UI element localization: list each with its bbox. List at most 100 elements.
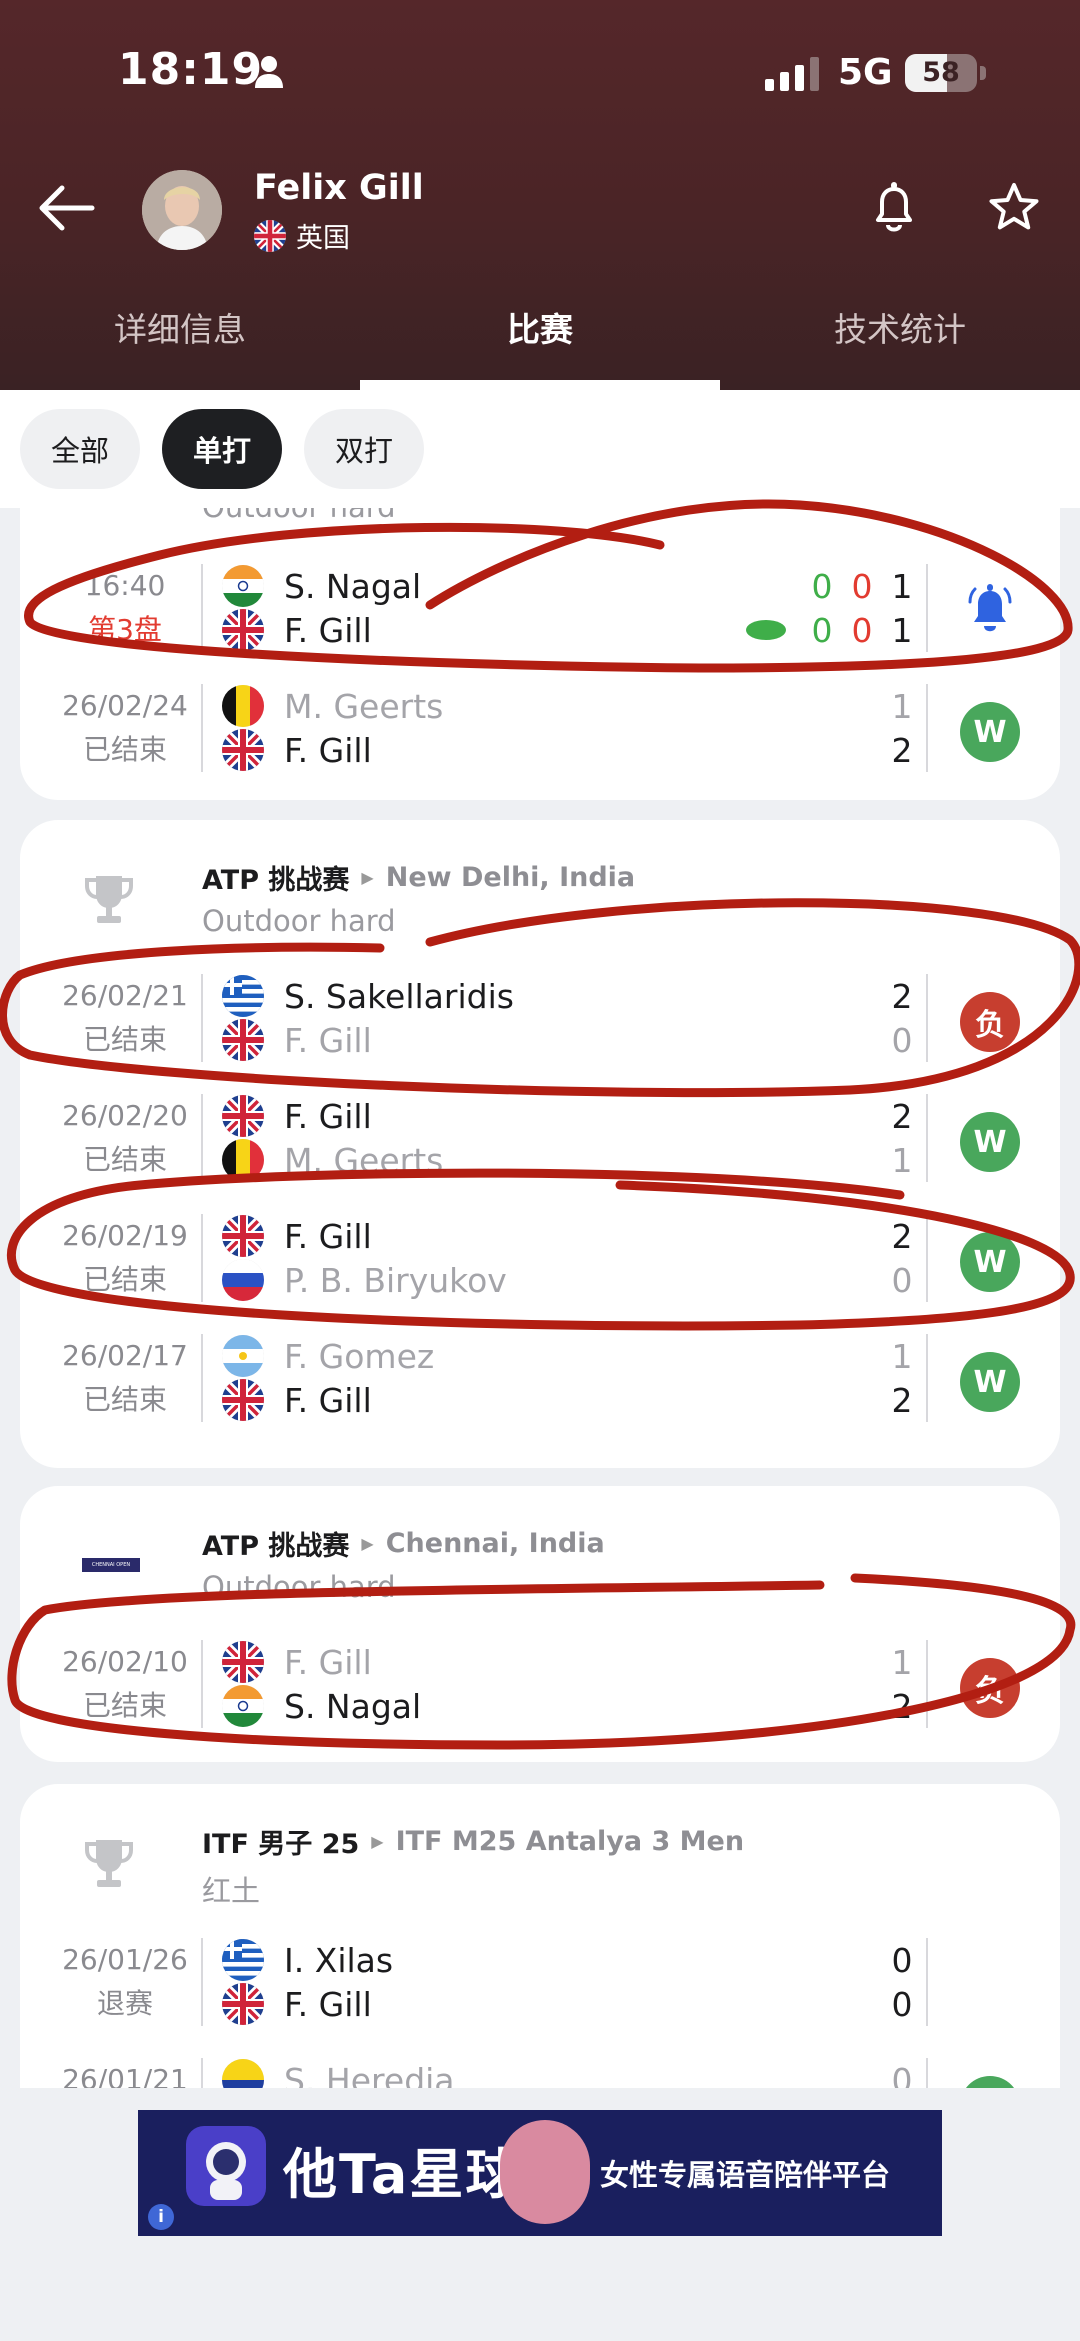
divider	[926, 1334, 928, 1422]
player-name-cell: F. Gill	[284, 1020, 372, 1060]
set-score: 0	[891, 1260, 913, 1300]
set-scores: 2	[882, 974, 922, 1018]
set-score: 0	[891, 1984, 913, 2024]
set-score: 1	[891, 566, 913, 606]
tournament-title[interactable]: ATP 挑战赛 ▶ Chennai, India	[202, 1524, 605, 1563]
live-bell-icon[interactable]	[962, 580, 1018, 640]
chennai-open-logo: CHENNAI OPEN	[82, 1558, 140, 1572]
player-row: F. Gill 2	[222, 1378, 922, 1422]
player-name-cell: P. B. Biryukov	[284, 1260, 507, 1300]
set-score: 1	[891, 686, 913, 726]
star-icon[interactable]	[986, 180, 1042, 236]
ad-banner[interactable]: 他Ta星球 女性专属语音陪伴平台 i	[138, 2110, 942, 2236]
tournament-card: ATP 挑战赛 ▶ New Delhi, India Outdoor hard …	[20, 820, 1060, 1468]
avatar[interactable]	[142, 170, 222, 250]
flag-india-icon	[222, 565, 264, 607]
divider	[201, 1094, 203, 1182]
result-badge: 负	[960, 1658, 1020, 1718]
astronaut-icon	[186, 2126, 266, 2206]
flag-uk-icon	[222, 1983, 264, 2025]
result-badge: W	[960, 1112, 1020, 1172]
set-scores: 2	[882, 1094, 922, 1138]
player-name-cell: F. Gill	[284, 730, 372, 770]
player-name-cell: M. Geerts	[284, 686, 444, 726]
divider	[201, 1640, 203, 1728]
set-score: 2	[891, 976, 913, 1016]
match-row[interactable]: 26/02/10 已结束 F. Gill 1 S. Nagal 2 负	[20, 1636, 1060, 1736]
surface-label: Outdoor hard	[202, 508, 396, 524]
match-date: 26/02/17	[62, 1339, 188, 1372]
tournament-card: CHENNAI OPEN ATP 挑战赛 ▶ Chennai, India Ou…	[20, 1486, 1060, 1762]
match-status: 退赛	[96, 1987, 153, 2020]
tab-matches[interactable]: 比赛	[360, 300, 720, 390]
set-score: 2	[891, 730, 913, 770]
player-name-cell: S. Heredia	[284, 2060, 455, 2089]
match-row[interactable]: 26/02/24 已结束 M. Geerts 1 F. Gill 2 W	[20, 680, 1060, 780]
surface-label: 红土	[202, 1874, 261, 1908]
match-row[interactable]: 26/02/19 已结束 F. Gill 2 P. B. Biryukov 0 …	[20, 1210, 1060, 1310]
set-scores: 2	[882, 1214, 922, 1258]
set-score: 0	[851, 566, 873, 606]
caret-right-icon: ▶	[361, 868, 374, 887]
app-header: 18:19 5G 58 Felix Gill 英国 详细信息 比赛 技术统计	[0, 0, 1080, 390]
live-match-row[interactable]: 16:40 第3盘 S. Nagal 0 0 1 F. Gill 0 0 1	[20, 560, 1060, 660]
caret-right-icon: ▶	[361, 1534, 374, 1553]
player-name-cell: F. Gomez	[284, 1336, 435, 1376]
set-scores: 1	[882, 1640, 922, 1684]
result-badge: W	[960, 1352, 1020, 1412]
match-status: 已结束	[82, 1383, 167, 1416]
set-score: 2	[891, 1686, 913, 1726]
player-row: F. Gill 0 0 1	[222, 608, 922, 652]
couple-image	[500, 2120, 590, 2224]
flag-uk-icon	[222, 1019, 264, 1061]
flag-uk-icon	[222, 1379, 264, 1421]
set-score: 1	[891, 610, 913, 650]
match-row[interactable]: 26/02/17 已结束 F. Gomez 1 F. Gill 2 W	[20, 1330, 1060, 1430]
set-score: 1	[891, 1642, 913, 1682]
player-row: I. Xilas 0	[222, 1938, 922, 1982]
set-score: 0	[891, 2060, 913, 2089]
battery-percent: 58	[922, 57, 960, 88]
tab-details[interactable]: 详细信息	[0, 300, 360, 390]
match-row[interactable]: 26/02/21 已结束 S. Sakellaridis 2 F. Gill 0…	[20, 970, 1060, 1070]
player-name: Felix Gill	[254, 168, 424, 208]
match-row[interactable]: 26/02/20 已结束 F. Gill 2 M. Geerts 1 W	[20, 1090, 1060, 1190]
flag-uk-icon	[222, 1215, 264, 1257]
set-score: 2	[891, 1096, 913, 1136]
match-list[interactable]: Outdoor hard 16:40 第3盘 S. Nagal 0 0 1 F.…	[0, 508, 1080, 2088]
set-score: 2	[891, 1216, 913, 1256]
serve-indicator-icon	[746, 620, 786, 640]
flag-uk-icon	[222, 729, 264, 771]
match-status: 已结束	[82, 1263, 167, 1296]
set-scores: 0 0 1	[802, 564, 922, 608]
match-row[interactable]: 26/01/26 退赛 I. Xilas 0 F. Gill 0	[20, 1934, 1060, 2034]
set-scores: 0 0 1	[746, 608, 922, 652]
match-status: 已结束	[82, 1143, 167, 1176]
flag-russia-icon	[222, 1259, 264, 1301]
filter-doubles[interactable]: 双打	[304, 409, 424, 489]
player-row: F. Gill 0	[222, 1018, 922, 1062]
set-scores: 2	[882, 728, 922, 772]
set-scores: 1	[882, 684, 922, 728]
divider	[926, 1214, 928, 1302]
player-row: S. Nagal 2	[222, 1684, 922, 1728]
divider	[201, 1214, 203, 1302]
player-row: F. Gill 2	[222, 728, 922, 772]
filter-all[interactable]: 全部	[20, 409, 140, 489]
country-name: 英国	[296, 223, 350, 254]
player-name-cell: F. Gill	[284, 610, 372, 650]
set-scores: 0	[882, 1938, 922, 1982]
flag-argentina-icon	[222, 1335, 264, 1377]
bell-icon[interactable]	[868, 180, 920, 236]
set-scores: 2	[882, 1378, 922, 1422]
filter-bar: 全部 单打 双打	[0, 390, 1080, 508]
match-row[interactable]: 26/01/21 S. Heredia 0	[20, 2054, 1060, 2088]
tab-stats[interactable]: 技术统计	[720, 300, 1080, 390]
trophy-icon	[82, 872, 136, 928]
tournament-title[interactable]: ITF 男子 25 ▶ ITF M25 Antalya 3 Men	[202, 1822, 744, 1861]
filter-singles[interactable]: 单打	[162, 409, 282, 489]
tournament-category: ITF 男子 25	[202, 1829, 360, 1860]
tournament-title[interactable]: ATP 挑战赛 ▶ New Delhi, India	[202, 858, 635, 897]
info-icon[interactable]: i	[148, 2204, 174, 2230]
back-arrow-icon[interactable]	[34, 180, 98, 236]
